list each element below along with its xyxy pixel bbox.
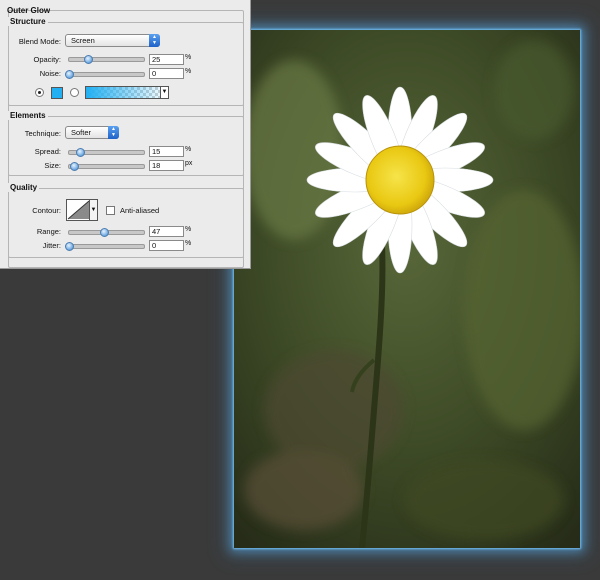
spread-slider[interactable]: [68, 148, 145, 157]
size-slider[interactable]: [68, 162, 145, 171]
noise-input[interactable]: 0: [149, 68, 184, 79]
range-unit: %: [185, 226, 192, 233]
blend-mode-label: Blend Mode:: [18, 37, 61, 46]
noise-label: Noise:: [39, 69, 61, 78]
up-down-chevron-icon: ▲ ▼: [108, 126, 119, 139]
jitter-slider[interactable]: [65, 242, 145, 251]
daisy-photo: [234, 30, 580, 548]
range-input[interactable]: 47: [149, 226, 184, 237]
structure-title: Structure: [8, 17, 48, 26]
noise-slider-thumb[interactable]: [65, 70, 74, 79]
anti-aliased-label: Anti-aliased: [120, 206, 160, 215]
opacity-slider-thumb[interactable]: [83, 55, 93, 64]
gradient-radio[interactable]: [70, 88, 79, 97]
glow-color-swatch[interactable]: [51, 87, 63, 99]
range-label: Range:: [36, 227, 61, 236]
quality-title: Quality: [8, 183, 40, 192]
technique-label: Technique:: [24, 129, 61, 138]
jitter-slider-thumb[interactable]: [65, 242, 74, 251]
opacity-slider[interactable]: [68, 55, 145, 64]
spread-label: Spread:: [34, 147, 61, 156]
outer-glow-panel: Outer Glow Structure Blend Mode: Screen …: [0, 0, 251, 269]
opacity-unit: %: [185, 54, 192, 61]
size-input[interactable]: 18: [149, 160, 184, 171]
chevron-down-icon: ▼: [89, 200, 97, 220]
up-down-chevron-icon: ▲ ▼: [149, 34, 160, 47]
glow-gradient-picker[interactable]: ▼: [85, 86, 169, 99]
jitter-label: Jitter:: [42, 241, 61, 250]
solid-color-radio[interactable]: [35, 88, 44, 97]
spread-unit: %: [185, 146, 192, 153]
contour-picker[interactable]: ▼: [66, 199, 98, 221]
technique-select[interactable]: Softer ▲ ▼: [65, 126, 119, 139]
panel-title: Outer Glow: [7, 6, 51, 15]
daisy-photo-graphic: [234, 30, 580, 548]
noise-slider[interactable]: [65, 70, 145, 79]
noise-unit: %: [185, 68, 192, 75]
range-slider[interactable]: [68, 228, 145, 237]
blend-mode-select[interactable]: Screen ▲ ▼: [65, 34, 160, 47]
size-label: Size:: [44, 161, 61, 170]
jitter-input[interactable]: 0: [149, 240, 184, 251]
contour-label: Contour:: [32, 206, 61, 215]
anti-aliased-checkbox[interactable]: [106, 206, 115, 215]
opacity-label: Opacity:: [33, 55, 61, 64]
contour-preview-icon: [67, 200, 90, 220]
jitter-unit: %: [185, 240, 192, 247]
elements-title: Elements: [8, 111, 48, 120]
chevron-down-icon: ▼: [160, 87, 168, 98]
size-unit: px: [185, 160, 193, 167]
spread-input[interactable]: 15: [149, 146, 184, 157]
technique-value: Softer: [71, 128, 92, 137]
blend-mode-value: Screen: [71, 36, 95, 45]
opacity-input[interactable]: 25: [149, 54, 184, 65]
